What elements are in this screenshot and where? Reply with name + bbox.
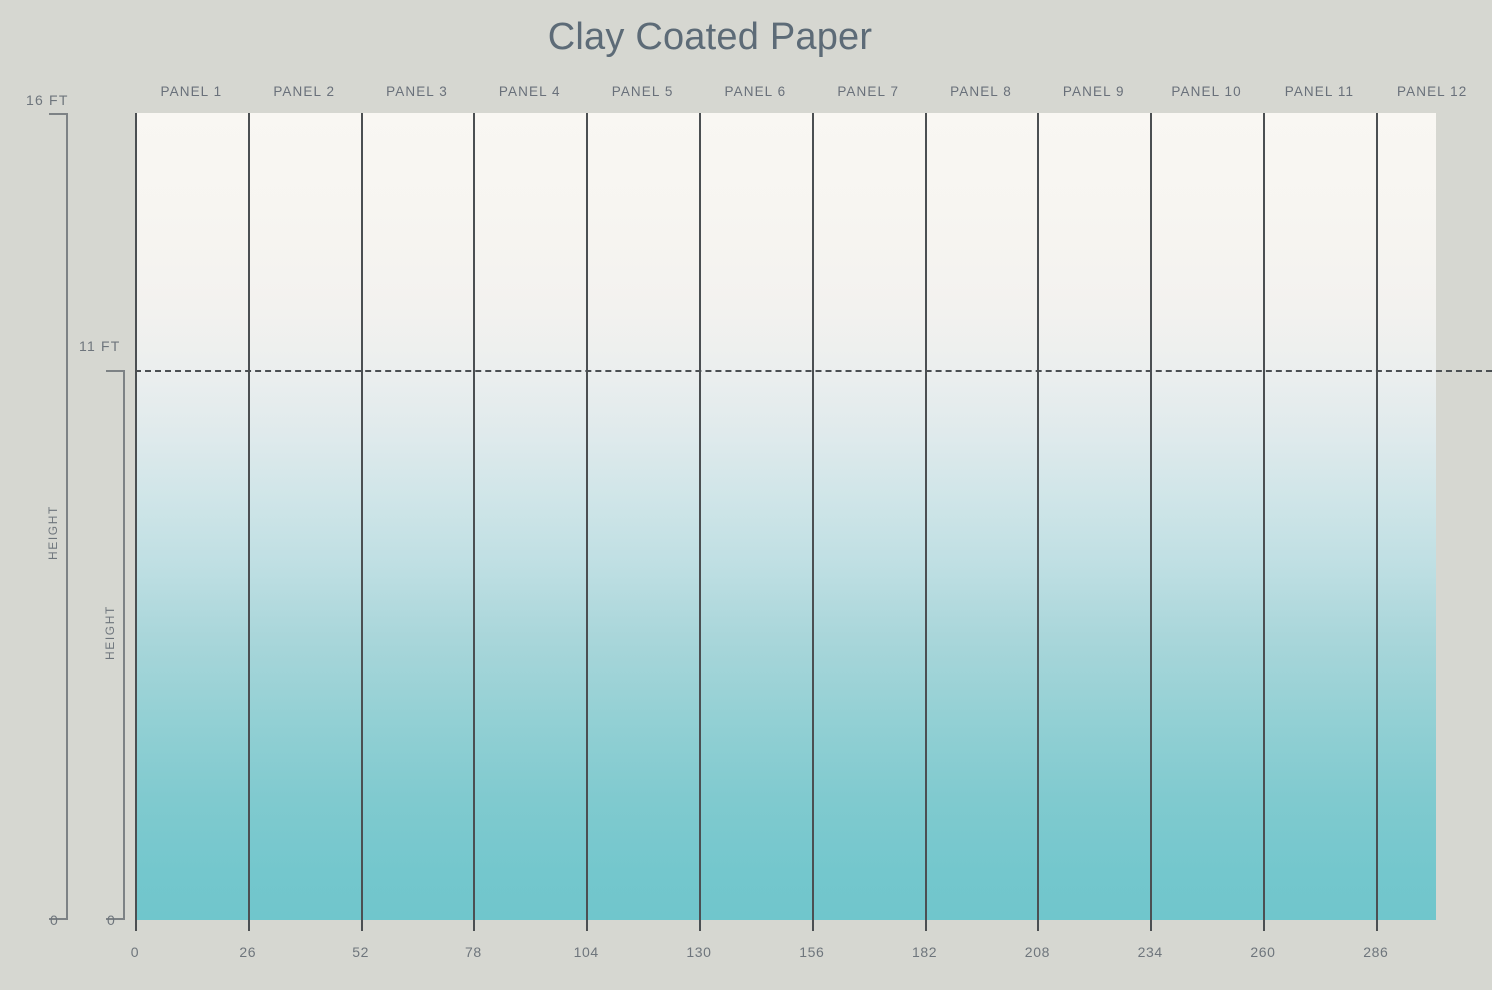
panel-label: PANEL 5 — [611, 84, 674, 99]
x-axis-tick-label: 156 — [799, 944, 825, 960]
panel-label: PANEL 7 — [837, 84, 900, 99]
panel-divider — [1263, 113, 1265, 931]
x-axis-tick-label: 78 — [465, 944, 482, 960]
inner-scale-bottom-label: 0 — [107, 912, 116, 928]
x-axis-tick-label: 26 — [239, 944, 257, 960]
panel-divider — [699, 113, 701, 931]
page-title: Clay Coated Paper — [547, 16, 873, 58]
scale-stem — [66, 113, 68, 920]
x-axis-tick-label: 234 — [1137, 944, 1163, 960]
panel-label: PANEL 2 — [273, 84, 336, 99]
chart-canvas: Clay Coated Paper PANEL 1 PANEL 2 PANEL 3 P… — [0, 0, 1492, 990]
scale-cap-top — [49, 113, 67, 115]
panel-gradient-fill — [135, 113, 1436, 920]
panel-divider — [924, 113, 927, 931]
panel-divider — [1037, 113, 1040, 931]
x-axis-tick-label: 130 — [686, 944, 712, 960]
x-axis-tick-label: 286 — [1363, 944, 1389, 960]
inner-scale-top-label: 11 FT — [79, 338, 121, 354]
panel-divider — [586, 113, 589, 931]
panel-label: PANEL 9 — [1062, 84, 1125, 99]
panel-label: PANEL 11 — [1284, 84, 1355, 99]
panel-divider — [360, 113, 363, 931]
inner-scale-axis-label: HEIGHT — [103, 605, 117, 660]
panel-divider — [135, 113, 137, 931]
x-axis-tick-label: 208 — [1024, 944, 1050, 960]
panel-divider — [1150, 113, 1153, 931]
x-axis-tick-label: 182 — [912, 944, 938, 960]
panel-label: PANEL 6 — [724, 84, 787, 99]
reference-line-11ft — [135, 370, 1492, 372]
panel-label: PANEL 12 — [1397, 84, 1468, 99]
x-axis-tick-label: 52 — [352, 944, 369, 960]
outer-scale-bottom-label: 0 — [50, 912, 59, 928]
panel-divider — [473, 113, 476, 931]
panel-label: PANEL 8 — [950, 84, 1012, 99]
x-axis-tick-label: 0 — [130, 944, 140, 960]
panel-label: PANEL 1 — [160, 84, 223, 99]
panel-divider — [1375, 113, 1378, 931]
plot-area — [135, 113, 1436, 920]
panel-divider — [811, 113, 814, 931]
panel-divider — [247, 113, 250, 931]
x-axis-tick-label: 260 — [1250, 944, 1276, 960]
panel-label: PANEL 4 — [498, 84, 561, 99]
scale-stem — [123, 370, 125, 920]
scale-cap-top — [106, 370, 124, 372]
outer-scale-axis-label: HEIGHT — [46, 505, 60, 560]
panel-label: PANEL 10 — [1171, 84, 1242, 99]
x-axis-tick-label: 104 — [573, 944, 599, 960]
outer-scale-top-label: 16 FT — [26, 92, 69, 108]
panel-label: PANEL 3 — [386, 84, 448, 99]
